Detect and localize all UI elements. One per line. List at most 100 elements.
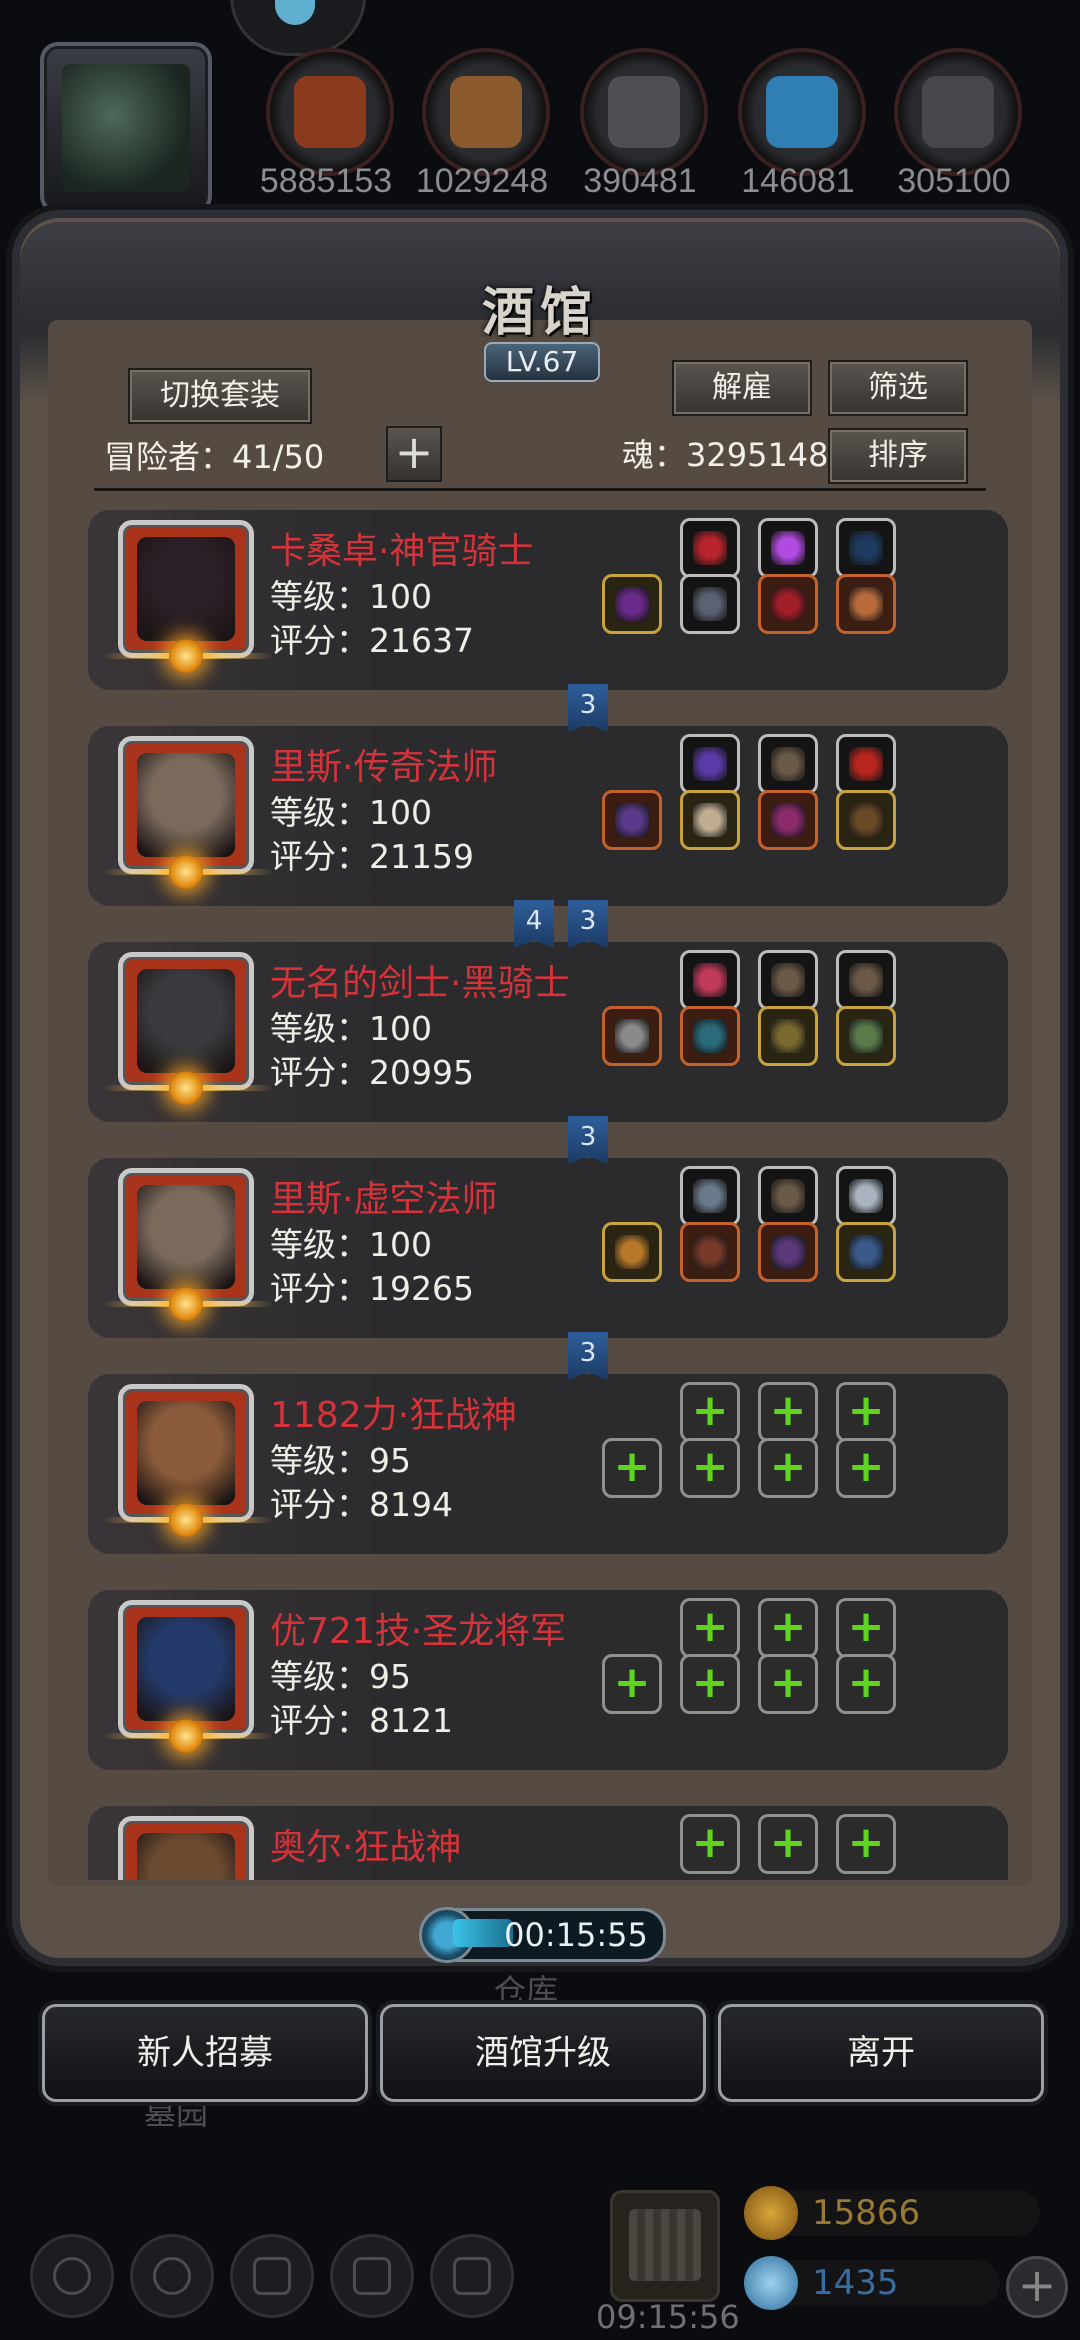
empty-equipment-slot[interactable]: + bbox=[758, 1814, 818, 1874]
stone-icon bbox=[608, 76, 680, 148]
sort-button[interactable]: 排序 bbox=[828, 428, 968, 484]
hero-row[interactable]: 优721技·圣龙将军 等级：95 评分：8121 + + + + + + + bbox=[88, 1590, 1008, 1770]
empty-equipment-slot[interactable]: + bbox=[836, 1438, 896, 1498]
equipment-slot[interactable] bbox=[836, 734, 896, 794]
add-equipment-icon: + bbox=[769, 1441, 807, 1492]
empty-equipment-slot[interactable]: + bbox=[758, 1438, 818, 1498]
equipment-slot[interactable] bbox=[680, 1222, 740, 1282]
empty-equipment-slot[interactable]: + bbox=[758, 1654, 818, 1714]
gift-box-button[interactable] bbox=[610, 2190, 720, 2302]
filter-button[interactable]: 筛选 bbox=[828, 360, 968, 416]
hero-row[interactable]: 1182力·狂战神 等级：95 评分：8194 + + + + + + + bbox=[88, 1374, 1008, 1554]
equipment-slot[interactable] bbox=[602, 1006, 662, 1066]
add-gems-button[interactable]: + bbox=[1006, 2256, 1068, 2318]
equipment-slot[interactable] bbox=[758, 950, 818, 1010]
empty-equipment-slot[interactable]: + bbox=[680, 1598, 740, 1658]
equipment-slot[interactable] bbox=[602, 1222, 662, 1282]
resource-slot-1[interactable] bbox=[266, 48, 394, 176]
hero-portrait[interactable] bbox=[103, 736, 273, 889]
gold-amount: 15866 bbox=[812, 2193, 921, 2233]
link-level-badge: 4 bbox=[514, 900, 554, 948]
equipment-item-icon bbox=[615, 587, 649, 621]
empty-equipment-slot[interactable]: + bbox=[836, 1654, 896, 1714]
resource-slot-4[interactable] bbox=[738, 48, 866, 176]
empty-equipment-slot[interactable]: + bbox=[836, 1814, 896, 1874]
equipment-slot[interactable] bbox=[680, 1166, 740, 1226]
add-capacity-button[interactable]: + bbox=[386, 426, 442, 482]
hero-portrait[interactable] bbox=[103, 952, 273, 1105]
empty-equipment-slot[interactable]: + bbox=[602, 1438, 662, 1498]
equipment-slot[interactable] bbox=[602, 574, 662, 634]
empty-equipment-slot[interactable]: + bbox=[602, 1654, 662, 1714]
equipment-slot[interactable] bbox=[680, 950, 740, 1010]
resource-slot-2[interactable] bbox=[422, 48, 550, 176]
hero-score: 评分：19265 bbox=[270, 1269, 474, 1308]
resource-slot-3[interactable] bbox=[580, 48, 708, 176]
hero-row[interactable]: 无名的剑士·黑骑士 等级：100 评分：20995 bbox=[88, 942, 1008, 1122]
switch-set-button[interactable]: 切换套装 bbox=[128, 368, 312, 424]
resource-slot-5[interactable] bbox=[894, 48, 1022, 176]
empty-equipment-slot[interactable]: + bbox=[680, 1438, 740, 1498]
equipment-slot[interactable] bbox=[680, 790, 740, 850]
equipment-slot[interactable] bbox=[836, 574, 896, 634]
equipment-slot[interactable] bbox=[836, 1166, 896, 1226]
hero-level: 等级：100 bbox=[270, 577, 432, 616]
equipment-item-icon bbox=[849, 803, 883, 837]
nav-sun-icon[interactable] bbox=[30, 2234, 114, 2318]
empty-equipment-slot[interactable]: + bbox=[836, 1382, 896, 1442]
equipment-slot[interactable] bbox=[836, 790, 896, 850]
equipment-slot[interactable] bbox=[758, 1166, 818, 1226]
hero-row[interactable]: 里斯·虚空法师 等级：100 评分：19265 bbox=[88, 1158, 1008, 1338]
equipment-slot[interactable] bbox=[758, 1006, 818, 1066]
empty-equipment-slot[interactable]: + bbox=[836, 1598, 896, 1658]
equipment-slot[interactable] bbox=[758, 574, 818, 634]
nav-star-icon[interactable] bbox=[130, 2234, 214, 2318]
empty-equipment-slot[interactable]: + bbox=[680, 1654, 740, 1714]
add-equipment-icon: + bbox=[847, 1601, 885, 1652]
empty-equipment-slot[interactable]: + bbox=[758, 1598, 818, 1658]
equipment-slot[interactable] bbox=[836, 1006, 896, 1066]
nav-cube-icon[interactable] bbox=[430, 2234, 514, 2318]
equipment-slot[interactable] bbox=[758, 790, 818, 850]
empty-equipment-slot[interactable]: + bbox=[680, 1814, 740, 1874]
nav-mail-icon[interactable] bbox=[330, 2234, 414, 2318]
empty-equipment-slot[interactable]: + bbox=[758, 1382, 818, 1442]
hero-row[interactable]: 里斯·传奇法师 等级：100 评分：21159 bbox=[88, 726, 1008, 906]
equipment-slot[interactable] bbox=[836, 518, 896, 578]
equipment-slot[interactable] bbox=[680, 734, 740, 794]
hero-list[interactable]: 卡桑卓·神官骑士 等级：100 评分：21637 里斯·传奇法师 等级：100 评分：21… bbox=[60, 500, 1020, 1880]
recruit-button[interactable]: 新人招募 bbox=[42, 2004, 368, 2102]
equipment-item-icon bbox=[771, 963, 805, 997]
meat-icon bbox=[294, 76, 366, 148]
equipment-item-icon bbox=[849, 1019, 883, 1053]
hero-portrait[interactable] bbox=[103, 520, 273, 673]
equipment-item-icon bbox=[771, 1179, 805, 1213]
leave-button[interactable]: 离开 bbox=[718, 2004, 1044, 2102]
hero-portrait[interactable] bbox=[118, 1816, 254, 1880]
hero-row[interactable]: 奥尔·狂战神 + + + bbox=[88, 1806, 1008, 1880]
equipment-slot[interactable] bbox=[836, 950, 896, 1010]
equipment-slot[interactable] bbox=[680, 1006, 740, 1066]
clock-time: 09:15:56 bbox=[596, 2298, 740, 2336]
star-gem-icon bbox=[169, 1503, 203, 1537]
hero-portrait[interactable] bbox=[103, 1168, 273, 1321]
equipment-slot[interactable] bbox=[758, 734, 818, 794]
resource-amount: 1029248 bbox=[415, 162, 549, 200]
star-gem-icon bbox=[169, 855, 203, 889]
dismiss-button[interactable]: 解雇 bbox=[672, 360, 812, 416]
hero-row[interactable]: 卡桑卓·神官骑士 等级：100 评分：21637 bbox=[88, 510, 1008, 690]
equipment-slot[interactable] bbox=[758, 1222, 818, 1282]
equipment-slot[interactable] bbox=[680, 518, 740, 578]
upgrade-tavern-button[interactable]: 酒馆升级 bbox=[380, 2004, 706, 2102]
empty-equipment-slot[interactable]: + bbox=[680, 1382, 740, 1442]
equipment-slot[interactable] bbox=[680, 574, 740, 634]
equipment-slot[interactable] bbox=[758, 518, 818, 578]
hero-portrait[interactable] bbox=[103, 1384, 273, 1537]
hero-portrait[interactable] bbox=[103, 1600, 273, 1753]
equipment-slot[interactable] bbox=[602, 790, 662, 850]
equipment-slot[interactable] bbox=[836, 1222, 896, 1282]
hero-name: 里斯·传奇法师 bbox=[270, 747, 498, 788]
nav-castle-icon[interactable] bbox=[230, 2234, 314, 2318]
crystal-icon bbox=[766, 76, 838, 148]
player-avatar[interactable] bbox=[40, 42, 212, 214]
